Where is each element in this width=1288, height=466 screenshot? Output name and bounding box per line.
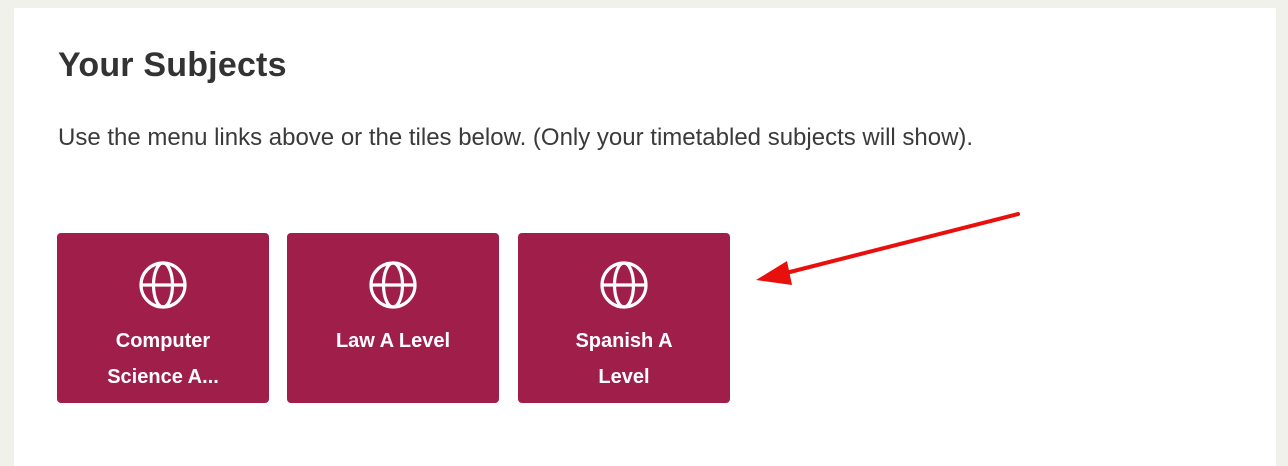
annotation-arrow <box>756 212 1020 285</box>
